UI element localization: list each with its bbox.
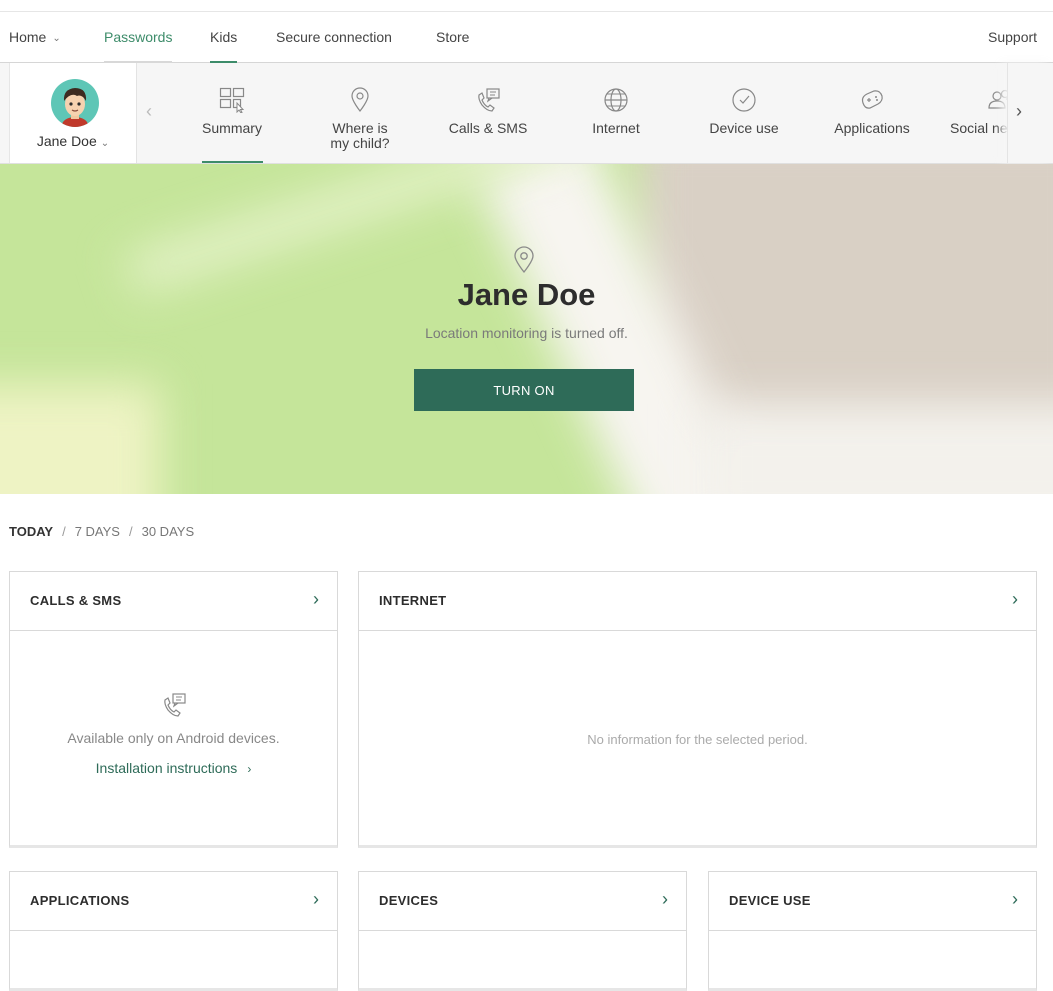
chevron-down-icon: ⌄ — [52, 33, 61, 44]
period-today[interactable]: TODAY — [9, 524, 53, 539]
period-7-days[interactable]: 7 DAYS — [75, 524, 120, 539]
tab-applications[interactable]: Applications — [808, 63, 936, 163]
tab-where-label: Where is my child? — [330, 120, 390, 151]
child-header: Jane Doe⌄ ‹ Summary Where is my child? — [0, 63, 1053, 164]
tab-summary-label: Summary — [202, 120, 262, 136]
device-use-card-header[interactable]: DEVICE USE › — [709, 872, 1036, 931]
turn-on-button[interactable]: TURN ON — [414, 369, 634, 411]
chevron-down-icon: ⌄ — [100, 138, 110, 149]
hero-child-name: Jane Doe — [457, 277, 596, 312]
internet-card-title: INTERNET — [379, 593, 447, 608]
nav-support-label: Support — [988, 29, 1038, 45]
nav-home[interactable]: Home ⌄ — [9, 12, 61, 63]
devices-card: DEVICES › — [358, 871, 687, 991]
chevron-right-icon: › — [662, 889, 668, 909]
device-use-card-title: DEVICE USE — [729, 893, 811, 908]
tab-calls-sms[interactable]: Calls & SMS — [424, 63, 552, 163]
internet-card-header[interactable]: INTERNET › — [359, 572, 1036, 631]
tab-summary[interactable]: Summary — [168, 63, 296, 163]
child-avatar — [51, 79, 99, 127]
android-only-message: Available only on Android devices. — [67, 730, 280, 746]
tab-social-networks[interactable]: Social ne — [936, 63, 1007, 163]
tabs-scroll-right-button[interactable]: › — [1007, 63, 1053, 163]
chevron-right-icon: › — [313, 889, 319, 909]
tab-device-use[interactable]: Device use — [680, 63, 808, 163]
tab-applications-label: Applications — [834, 120, 910, 136]
chevron-right-icon: › — [1012, 589, 1018, 609]
nav-secure-connection[interactable]: Secure connection — [276, 12, 392, 63]
tab-internet-label: Internet — [592, 120, 640, 136]
gamepad-icon — [861, 90, 883, 109]
location-pin-icon — [514, 246, 534, 274]
devices-card-title: DEVICES — [379, 893, 439, 908]
top-navigation: Home ⌄ Passwords Kids Secure connection S… — [0, 11, 1053, 64]
tab-where-is-my-child[interactable]: Where is my child? — [296, 63, 424, 163]
period-separator: / — [128, 524, 133, 539]
nav-store[interactable]: Store — [436, 12, 469, 63]
globe-icon — [604, 88, 628, 112]
device-use-card: DEVICE USE › — [708, 871, 1037, 991]
applications-card: APPLICATIONS › — [9, 871, 338, 991]
calls-sms-card-header[interactable]: CALLS & SMS › — [10, 572, 337, 631]
phone-message-icon — [164, 693, 186, 717]
feature-tabs: Summary Where is my child? Calls & SMS I… — [168, 63, 1007, 163]
nav-home-label: Home — [9, 29, 47, 45]
location-pin-icon — [351, 87, 369, 112]
devices-card-header[interactable]: DEVICES › — [359, 872, 686, 931]
tab-device-use-label: Device use — [709, 120, 779, 136]
installation-instructions-link[interactable]: Installation instructions › — [10, 760, 337, 776]
location-map-banner: Jane Doe Location monitoring is turned o… — [0, 164, 1053, 494]
no-information-message: No information for the selected period. — [587, 732, 808, 747]
child-name-label: Jane Doe — [36, 133, 97, 149]
internet-card: INTERNET › No information for the select… — [358, 571, 1037, 848]
installation-instructions-label: Installation instructions — [95, 760, 238, 776]
nav-passwords[interactable]: Passwords — [104, 12, 173, 64]
tab-calls-sms-label: Calls & SMS — [448, 120, 528, 136]
child-name: Jane Doe ⌄ — [10, 133, 136, 149]
period-separator: / — [62, 524, 66, 539]
tab-social-label: Social ne — [950, 120, 1007, 136]
clock-icon — [732, 88, 756, 112]
applications-card-title: APPLICATIONS — [30, 893, 130, 908]
nav-secure-connection-label: Secure connection — [276, 29, 392, 45]
calls-sms-card-title: CALLS & SMS — [30, 593, 122, 608]
child-profile-selector[interactable]: Jane Doe ⌄ — [9, 63, 137, 163]
chevron-right-icon: › — [1016, 101, 1022, 121]
tab-active-underline — [202, 161, 263, 163]
calls-sms-card: CALLS & SMS › Available only on Android … — [9, 571, 338, 848]
period-30-days[interactable]: 30 DAYS — [142, 524, 195, 539]
dashboard-icon — [219, 87, 245, 113]
location-status-text: Location monitoring is turned off. — [425, 325, 628, 341]
nav-store-label: Store — [436, 29, 470, 45]
people-icon — [988, 89, 1007, 109]
tab-internet[interactable]: Internet — [552, 63, 680, 163]
chevron-right-icon: › — [247, 762, 252, 776]
nav-kids-label: Kids — [210, 29, 238, 45]
applications-card-header[interactable]: APPLICATIONS › — [10, 872, 337, 931]
nav-passwords-label: Passwords — [104, 29, 173, 45]
chevron-right-icon: › — [1012, 889, 1018, 909]
nav-kids[interactable]: Kids — [210, 12, 238, 64]
phone-message-icon — [478, 88, 500, 112]
tabs-scroll-left-icon[interactable]: ‹ — [146, 101, 152, 122]
chevron-right-icon: › — [313, 589, 319, 609]
period-selector: TODAY / 7 DAYS / 30 DAYS — [9, 524, 194, 539]
nav-support[interactable]: Support — [988, 12, 1037, 63]
